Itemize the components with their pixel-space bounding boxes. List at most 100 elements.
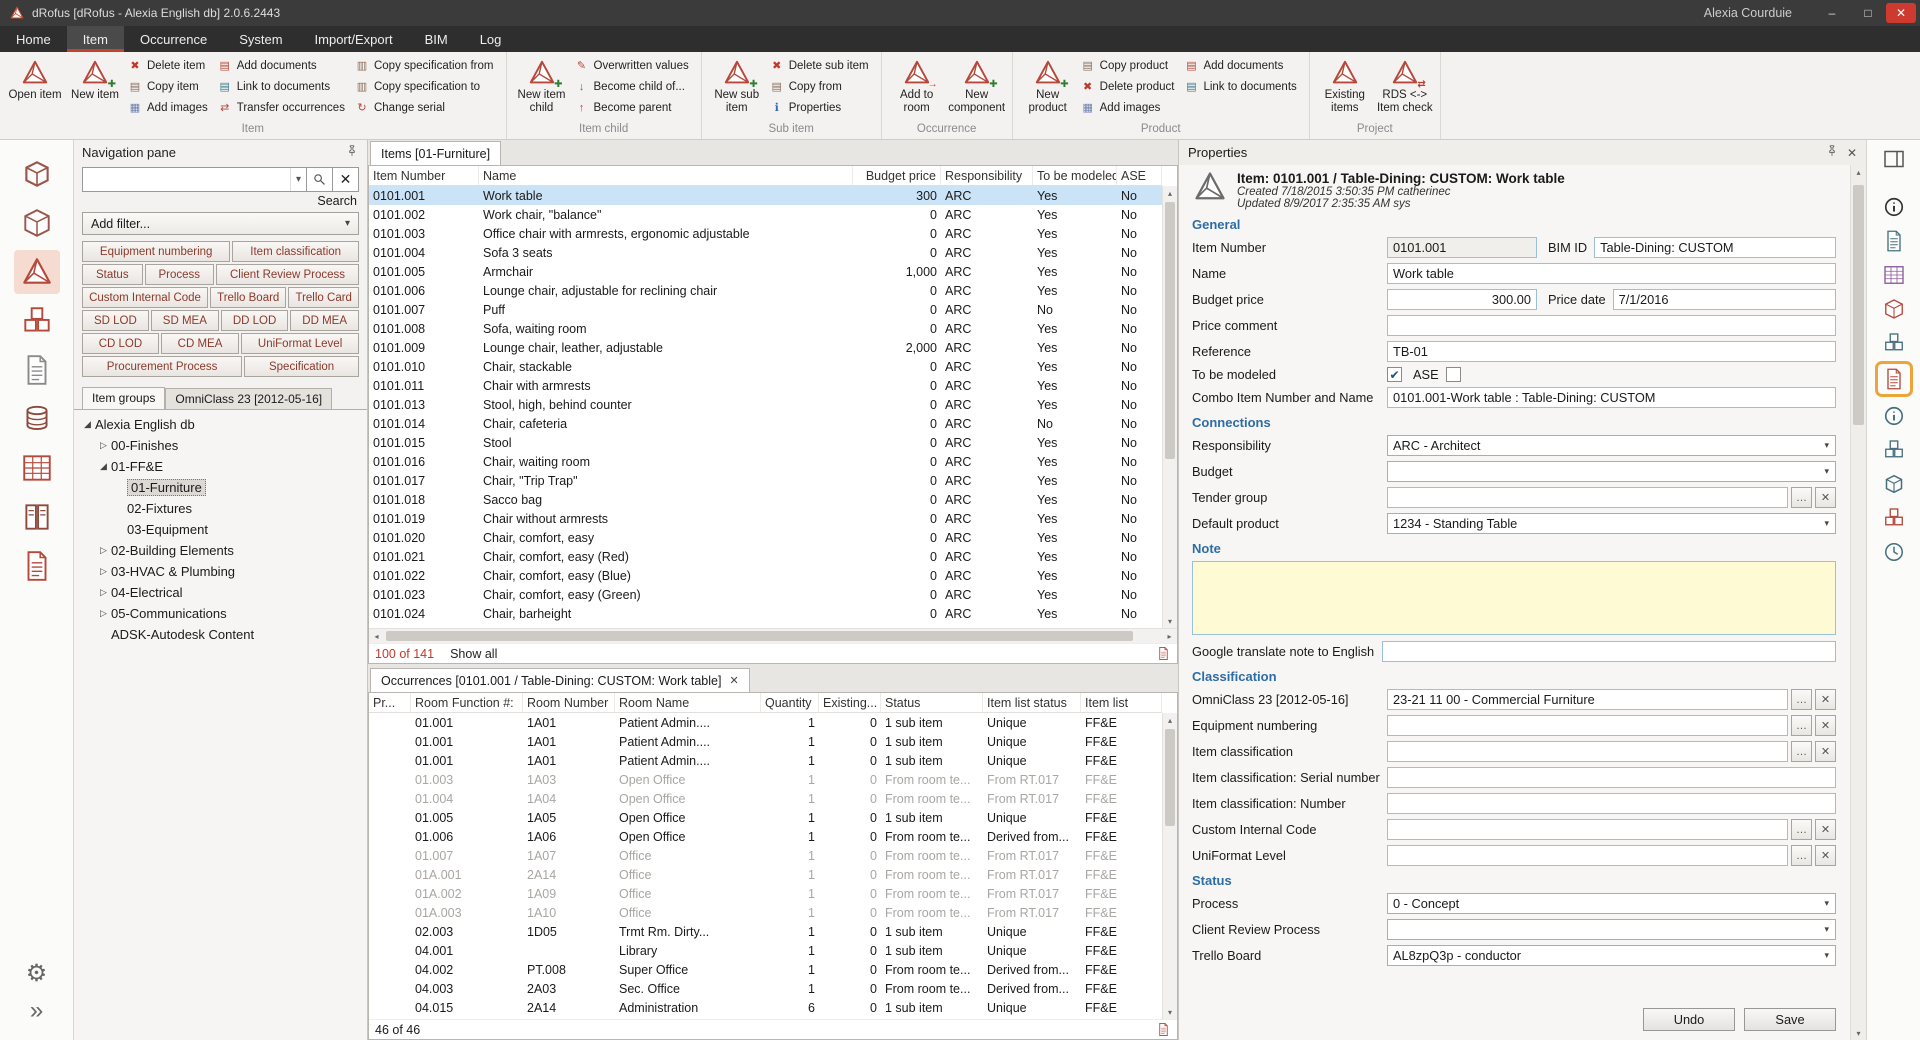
ribbon-button-copy-specification-from[interactable]: ▥Copy specification from (352, 55, 501, 76)
items-icon[interactable] (14, 250, 60, 294)
table-row[interactable]: 0101.004Sofa 3 seats0ARCYesNo (369, 243, 1162, 262)
table-row[interactable]: 04.0032A03Sec. Office10From room te...De… (369, 979, 1162, 998)
table-row[interactable]: 0101.022Chair, comfort, easy (Blue)0ARCY… (369, 566, 1162, 585)
table-row[interactable]: 01.0041A04Open Office10From room te...Fr… (369, 789, 1162, 808)
column-header-status[interactable]: Status (881, 693, 983, 712)
table-row[interactable]: 01.0061A06Open Office10From room te...De… (369, 827, 1162, 846)
column-header-budget-price[interactable]: Budget price (853, 166, 941, 185)
tree-node-05-communications[interactable]: ▷05-Communications (74, 603, 367, 624)
linked-items-icon[interactable] (1875, 434, 1913, 465)
filter-procurement-process[interactable]: Procurement Process (82, 356, 242, 377)
properties-scrollbar[interactable]: ▴ ▾ (1850, 165, 1866, 1040)
menu-tab-import-export[interactable]: Import/Export (299, 26, 409, 52)
column-header-quantity[interactable]: Quantity (761, 693, 819, 712)
table-row[interactable]: 01.0011A01Patient Admin....101 sub itemU… (369, 732, 1162, 751)
ribbon-button-become-child-of[interactable]: ↓Become child of... (572, 76, 696, 97)
expand-icon[interactable]: ▷ (96, 440, 111, 451)
ribbon-button-existing-items[interactable]: Existing items (1315, 54, 1375, 120)
ribbon-button-change-serial[interactable]: ↻Change serial (352, 97, 501, 118)
filter-trello-card[interactable]: Trello Card (288, 287, 359, 308)
column-header-name[interactable]: Name (479, 166, 853, 185)
scroll-thumb[interactable] (1853, 185, 1864, 425)
linked-rooms-icon[interactable] (1875, 468, 1913, 499)
column-header-existing[interactable]: Existing... (819, 693, 881, 712)
custom-internal-code-field[interactable] (1387, 819, 1788, 840)
filter-custom-internal-code[interactable]: Custom Internal Code (82, 287, 208, 308)
expand-rail-icon[interactable]: » (30, 992, 43, 1030)
google-translate-field[interactable] (1382, 641, 1836, 662)
table-row[interactable]: 0101.014Chair, cafeteria0ARCNoNo (369, 414, 1162, 433)
item-number-field[interactable]: 0101.001 (1387, 237, 1537, 258)
expand-icon[interactable]: ▷ (96, 608, 111, 619)
column-header-to-be-modeled[interactable]: To be modeled (1033, 166, 1117, 185)
clear-search-icon[interactable]: ✕ (333, 167, 359, 192)
table-row[interactable]: 0101.007Puff0ARCNoNo (369, 300, 1162, 319)
report-icon[interactable] (1156, 646, 1171, 661)
ribbon-button-new-sub-item[interactable]: ✚New sub item (707, 54, 767, 120)
browse-button[interactable]: … (1791, 819, 1812, 840)
nav-tab-omniclass-23-2012-05-16[interactable]: OmniClass 23 [2012-05-16] (165, 388, 332, 409)
search-icon[interactable] (307, 167, 333, 192)
items-vertical-scrollbar[interactable]: ▴ ▾ (1162, 186, 1177, 628)
table-row[interactable]: 0101.009Lounge chair, leather, adjustabl… (369, 338, 1162, 357)
ribbon-button-delete-item[interactable]: ✖Delete item (125, 55, 215, 76)
name-field[interactable]: Work table (1387, 263, 1836, 284)
tree-node-01-furniture[interactable]: 01-Furniture (74, 477, 367, 498)
bim-id-field[interactable]: Table-Dining: CUSTOM (1594, 237, 1836, 258)
user-name[interactable]: Alexia Courduie (1704, 6, 1792, 20)
expand-icon[interactable]: ▷ (96, 566, 111, 577)
to-be-modeled-checkbox[interactable]: ✔ (1387, 367, 1402, 382)
column-header-item-number[interactable]: Item Number (369, 166, 479, 185)
column-header-item-list-status[interactable]: Item list status (983, 693, 1081, 712)
browse-button[interactable]: … (1791, 845, 1812, 866)
column-header-ase[interactable]: ASE (1117, 166, 1162, 185)
ribbon-button-add-to-room[interactable]: →Add to room (887, 54, 947, 120)
equipment-numbering-field[interactable] (1387, 715, 1788, 736)
ribbon-button-overwritten-values[interactable]: ✎Overwritten values (572, 55, 696, 76)
scroll-left-icon[interactable]: ◂ (369, 632, 384, 641)
maximize-button[interactable]: □ (1850, 0, 1886, 26)
ribbon-button-properties[interactable]: ℹProperties (767, 97, 876, 118)
scroll-thumb[interactable] (386, 631, 1133, 641)
uniformat-level-field[interactable] (1387, 845, 1788, 866)
close-tab-icon[interactable]: ✕ (729, 674, 738, 687)
clear-button[interactable]: ✕ (1815, 845, 1836, 866)
menu-tab-home[interactable]: Home (0, 26, 67, 52)
chevron-down-icon[interactable]: ▾ (290, 168, 306, 191)
ribbon-button-copy-from[interactable]: ▤Copy from (767, 76, 876, 97)
default-product-select[interactable]: 1234 - Standing Table ▾ (1387, 513, 1836, 534)
ribbon-button-delete-product[interactable]: ✖Delete product (1078, 76, 1182, 97)
filter-cd-lod[interactable]: CD LOD (82, 333, 159, 354)
room-data-icon[interactable] (14, 201, 60, 245)
clear-button[interactable]: ✕ (1815, 689, 1836, 710)
ribbon-button-copy-specification-to[interactable]: ▥Copy specification to (352, 76, 501, 97)
ribbon-button-new-item-child[interactable]: ✚New item child (512, 54, 572, 120)
table-row[interactable]: 0101.017Chair, "Trip Trap"0ARCYesNo (369, 471, 1162, 490)
info-icon[interactable] (1875, 191, 1913, 222)
history-icon[interactable] (1875, 536, 1913, 567)
filter-client-review-process[interactable]: Client Review Process (216, 264, 359, 285)
filter-dd-mea[interactable]: DD MEA (290, 310, 359, 331)
table-row[interactable]: 0101.006Lounge chair, adjustable for rec… (369, 281, 1162, 300)
column-header-room-number[interactable]: Room Number (523, 693, 615, 712)
table-row[interactable]: 04.002PT.008Super Office10From room te..… (369, 960, 1162, 979)
finance-icon[interactable] (14, 397, 60, 441)
panel-layout-icon[interactable] (1875, 143, 1913, 174)
ribbon-button-link-to-documents[interactable]: ▤Link to documents (1181, 76, 1303, 97)
table-row[interactable]: 0101.008Sofa, waiting room0ARCYesNo (369, 319, 1162, 338)
ribbon-button-add-images[interactable]: ▦Add images (1078, 97, 1182, 118)
images-icon[interactable] (1875, 259, 1913, 290)
tree-node-02-building-elements[interactable]: ▷02-Building Elements (74, 540, 367, 561)
item-classification-serial-number-field[interactable] (1387, 767, 1836, 788)
specifications-icon[interactable] (14, 544, 60, 588)
ribbon-button-copy-product[interactable]: ▤Copy product (1078, 55, 1182, 76)
price-date-field[interactable]: 7/1/2016 (1613, 289, 1836, 310)
occurrences-vertical-scrollbar[interactable]: ▴ ▾ (1162, 713, 1177, 1019)
table-row[interactable]: 0101.021Chair, comfort, easy (Red)0ARCYe… (369, 547, 1162, 566)
table-row[interactable]: 0101.002Work chair, "balance"0ARCYesNo (369, 205, 1162, 224)
budget-price-field[interactable]: 300.00 (1387, 289, 1537, 310)
item-classification-number-field[interactable] (1387, 793, 1836, 814)
collapse-icon[interactable]: ◢ (80, 419, 95, 430)
tree-node-alexia-english-db[interactable]: ◢Alexia English db (74, 414, 367, 435)
scroll-thumb[interactable] (1165, 202, 1175, 459)
